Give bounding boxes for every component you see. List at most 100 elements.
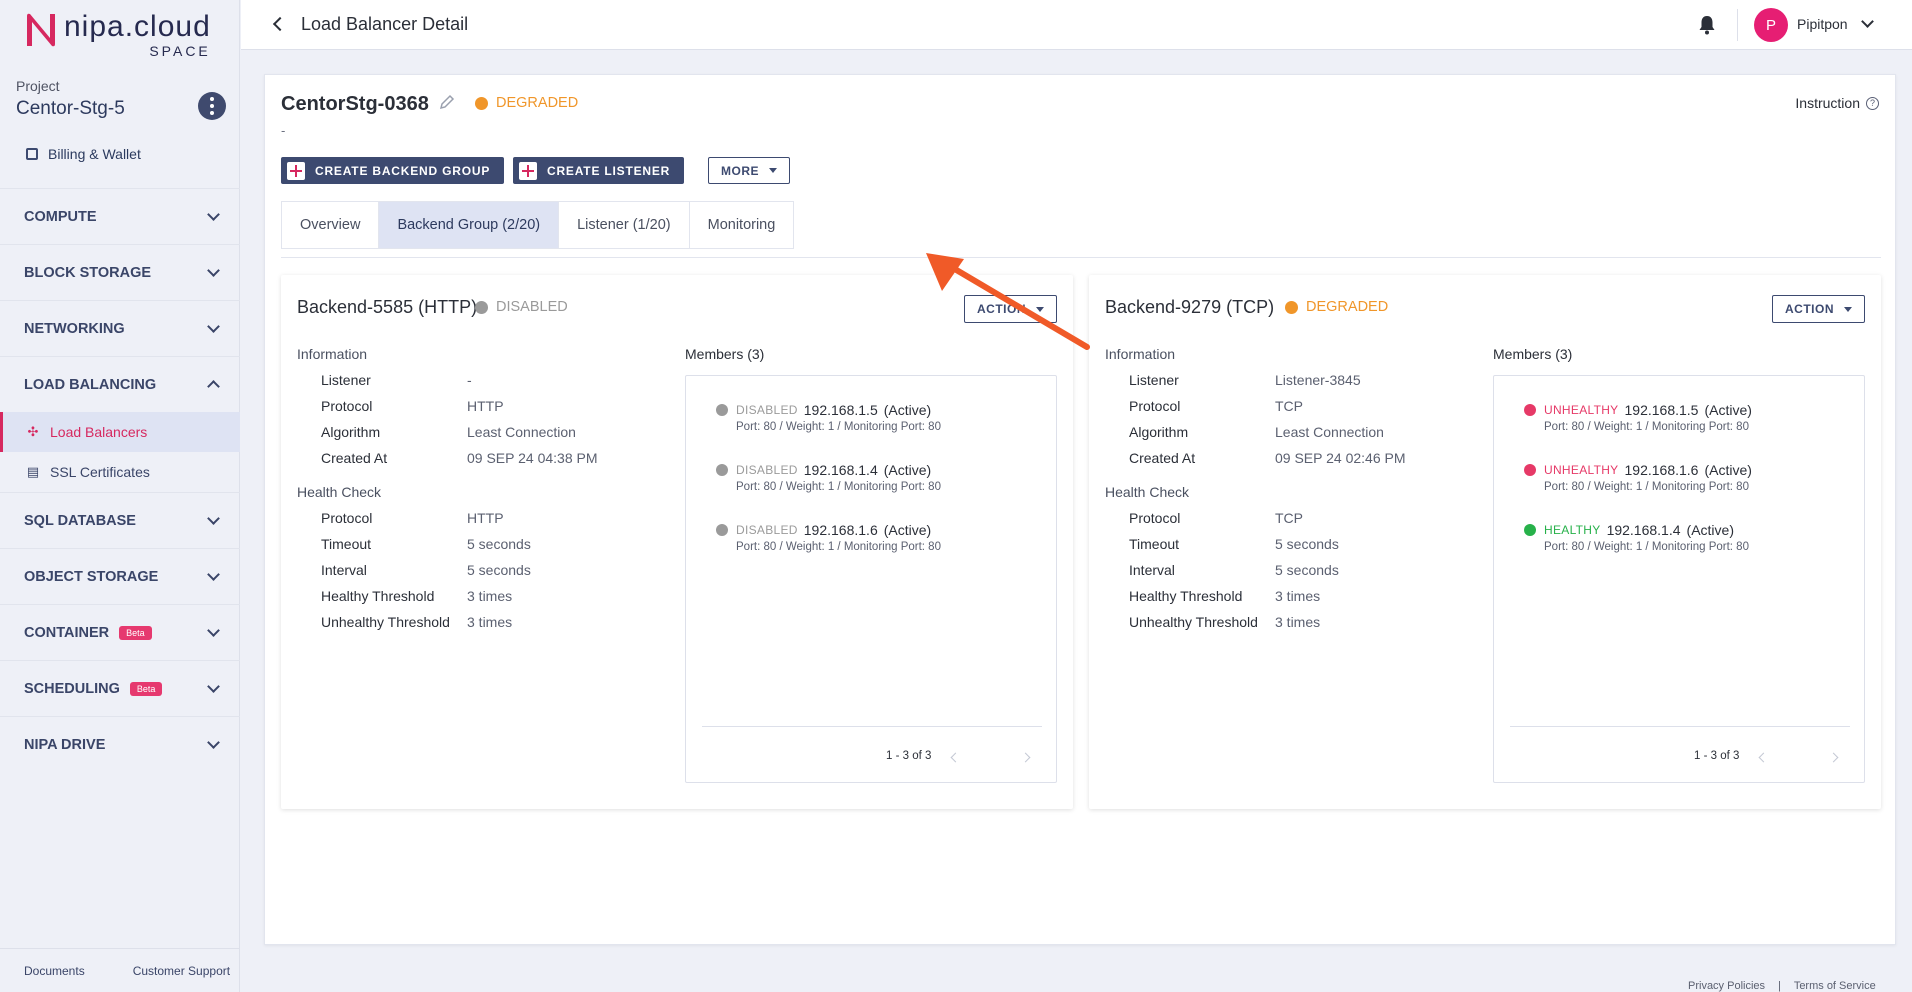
- member-state: (Active): [1686, 522, 1734, 538]
- sidebar-item-compute[interactable]: COMPUTE: [0, 188, 240, 244]
- chevron-left-icon[interactable]: [1758, 752, 1769, 763]
- member-ip: 192.168.1.6: [1624, 462, 1699, 478]
- plus-icon: [519, 161, 537, 180]
- privacy-link[interactable]: Privacy Policies: [1688, 980, 1765, 992]
- info-key: Timeout: [321, 536, 372, 552]
- edit-pencil-icon[interactable]: [439, 94, 455, 110]
- customer-support-link[interactable]: Customer Support: [133, 964, 230, 978]
- info-row: Listener Listener-3845: [1105, 367, 1475, 393]
- member-ip: 192.168.1.6: [803, 522, 878, 538]
- info-value: 3 times: [467, 588, 513, 604]
- members-label: Members (3): [685, 346, 765, 362]
- sidebar-nav: COMPUTE BLOCK STORAGE NETWORKING LOAD BA…: [0, 188, 240, 772]
- member-status: UNHEALTHY: [1544, 403, 1619, 417]
- list-item: DISABLED 192.168.1.5 (Active) Port: 80 / W…: [716, 402, 941, 433]
- caret-down-icon: [1844, 306, 1852, 312]
- sidebar-item-block-storage[interactable]: BLOCK STORAGE: [0, 244, 240, 300]
- certificate-icon: ▤: [26, 464, 40, 479]
- info-row: Protocol TCP: [1105, 505, 1475, 531]
- tab-overview[interactable]: Overview: [282, 202, 380, 248]
- plus-icon: [287, 161, 305, 180]
- section-label: Information: [297, 346, 368, 362]
- pagination-text: 1 - 3 of 3: [1694, 750, 1740, 762]
- list-item: DISABLED 192.168.1.4 (Active) Port: 80 / W…: [716, 462, 941, 493]
- avatar[interactable]: P: [1754, 8, 1788, 42]
- sidebar-item-load-balancing[interactable]: LOAD BALANCING: [0, 356, 240, 412]
- tab-backend-group[interactable]: Backend Group (2/20): [379, 202, 560, 248]
- nav-label: NIPA DRIVE: [24, 736, 106, 753]
- create-listener-button[interactable]: CREATE LISTENER: [513, 157, 685, 184]
- chevron-down-icon: [207, 264, 220, 277]
- caret-down-icon: [769, 168, 777, 173]
- nav-label: NETWORKING: [24, 320, 125, 337]
- back-arrow-icon[interactable]: [272, 16, 288, 32]
- backend-status: DISABLED: [475, 299, 568, 315]
- sidebar-item-networking[interactable]: NETWORKING: [0, 300, 240, 356]
- more-button[interactable]: MORE: [708, 157, 790, 184]
- button-label: MORE: [721, 163, 759, 178]
- tab-monitoring[interactable]: Monitoring: [689, 202, 794, 248]
- backend-info: Information Listener - Protocol HTTP Algor…: [297, 341, 667, 635]
- sidebar-item-scheduling[interactable]: SCHEDULING Beta: [0, 660, 240, 716]
- nav-label: SCHEDULING: [24, 680, 120, 697]
- info-key: Created At: [321, 450, 388, 466]
- info-key: Interval: [321, 562, 367, 578]
- action-button[interactable]: ACTION: [1772, 295, 1865, 323]
- nav-label: OBJECT STORAGE: [24, 568, 159, 585]
- topbar-divider: [1737, 9, 1738, 41]
- member-detail: Port: 80 / Weight: 1 / Monitoring Port: …: [736, 541, 941, 553]
- chevron-down-icon: [207, 320, 220, 333]
- nav-label: Load Balancers: [50, 424, 148, 440]
- load-balancer-description: -: [281, 123, 286, 138]
- create-backend-group-button[interactable]: CREATE BACKEND GROUP: [281, 157, 505, 184]
- members-label: Members (3): [1493, 346, 1573, 362]
- member-status: UNHEALTHY: [1544, 463, 1619, 477]
- project-menu-icon[interactable]: [198, 92, 226, 120]
- backend-group-card: Backend-5585 (HTTP) DISABLED ACTION Info…: [281, 275, 1073, 809]
- brand-logo[interactable]: nipa.cloud SPACE: [24, 12, 211, 58]
- info-row: Protocol TCP: [1105, 393, 1475, 419]
- info-value: Least Connection: [467, 424, 576, 440]
- info-row: Created At 09 SEP 24 02:46 PM: [1105, 445, 1475, 471]
- status-dot: [716, 464, 728, 476]
- status-dot: [716, 524, 728, 536]
- info-value: HTTP: [467, 398, 504, 414]
- status-text: DISABLED: [496, 299, 568, 315]
- status-dot: [1524, 524, 1536, 536]
- button-label: CREATE LISTENER: [547, 163, 671, 178]
- chevron-right-icon[interactable]: [1020, 752, 1031, 763]
- section-label: Health Check: [1105, 484, 1190, 500]
- terms-link[interactable]: Terms of Service: [1794, 980, 1876, 992]
- load-balancer-detail-card: CentorStg-0368 DEGRADED - Instruction ? …: [264, 74, 1896, 945]
- info-value: 3 times: [1275, 588, 1321, 604]
- instruction-link[interactable]: Instruction ?: [1795, 95, 1879, 111]
- load-balancer-icon: ✣: [27, 424, 39, 439]
- info-key: Healthy Threshold: [1129, 588, 1243, 604]
- member-detail: Port: 80 / Weight: 1 / Monitoring Port: …: [1544, 481, 1749, 493]
- chevron-left-icon[interactable]: [950, 752, 961, 763]
- sidebar-item-ssl-certificates[interactable]: ▤ SSL Certificates: [0, 452, 240, 492]
- documents-link[interactable]: Documents: [24, 964, 85, 978]
- member-state: (Active): [883, 462, 932, 478]
- sidebar-item-load-balancers[interactable]: ✣ Load Balancers: [0, 412, 240, 452]
- sidebar-item-container[interactable]: CONTAINER Beta: [0, 604, 240, 660]
- info-key: Unhealthy Threshold: [321, 614, 450, 630]
- load-balancer-name: CentorStg-0368: [281, 93, 429, 115]
- member-detail: Port: 80 / Weight: 1 / Monitoring Port: …: [1544, 541, 1749, 553]
- sidebar-item-nipa-drive[interactable]: NIPA DRIVE: [0, 716, 240, 772]
- info-value: 3 times: [1275, 614, 1321, 630]
- user-name[interactable]: Pipitpon: [1797, 16, 1848, 32]
- brand-name: nipa.cloud: [64, 10, 211, 43]
- tab-listener[interactable]: Listener (1/20): [559, 202, 690, 248]
- sidebar-item-object-storage[interactable]: OBJECT STORAGE: [0, 548, 240, 604]
- chevron-down-icon[interactable]: [1861, 15, 1874, 28]
- notification-bell-icon[interactable]: [1698, 15, 1716, 35]
- sidebar-item-sql-database[interactable]: SQL DATABASE: [0, 492, 240, 548]
- beta-badge: Beta: [119, 625, 152, 640]
- info-key: Protocol: [1129, 398, 1181, 414]
- project-selector: Project Centor-Stg-5: [16, 78, 226, 120]
- billing-wallet-link[interactable]: Billing & Wallet: [26, 146, 141, 162]
- chevron-right-icon[interactable]: [1828, 752, 1839, 763]
- backend-title: Backend-5585 (HTTP): [297, 297, 478, 317]
- nav-label: LOAD BALANCING: [24, 376, 157, 393]
